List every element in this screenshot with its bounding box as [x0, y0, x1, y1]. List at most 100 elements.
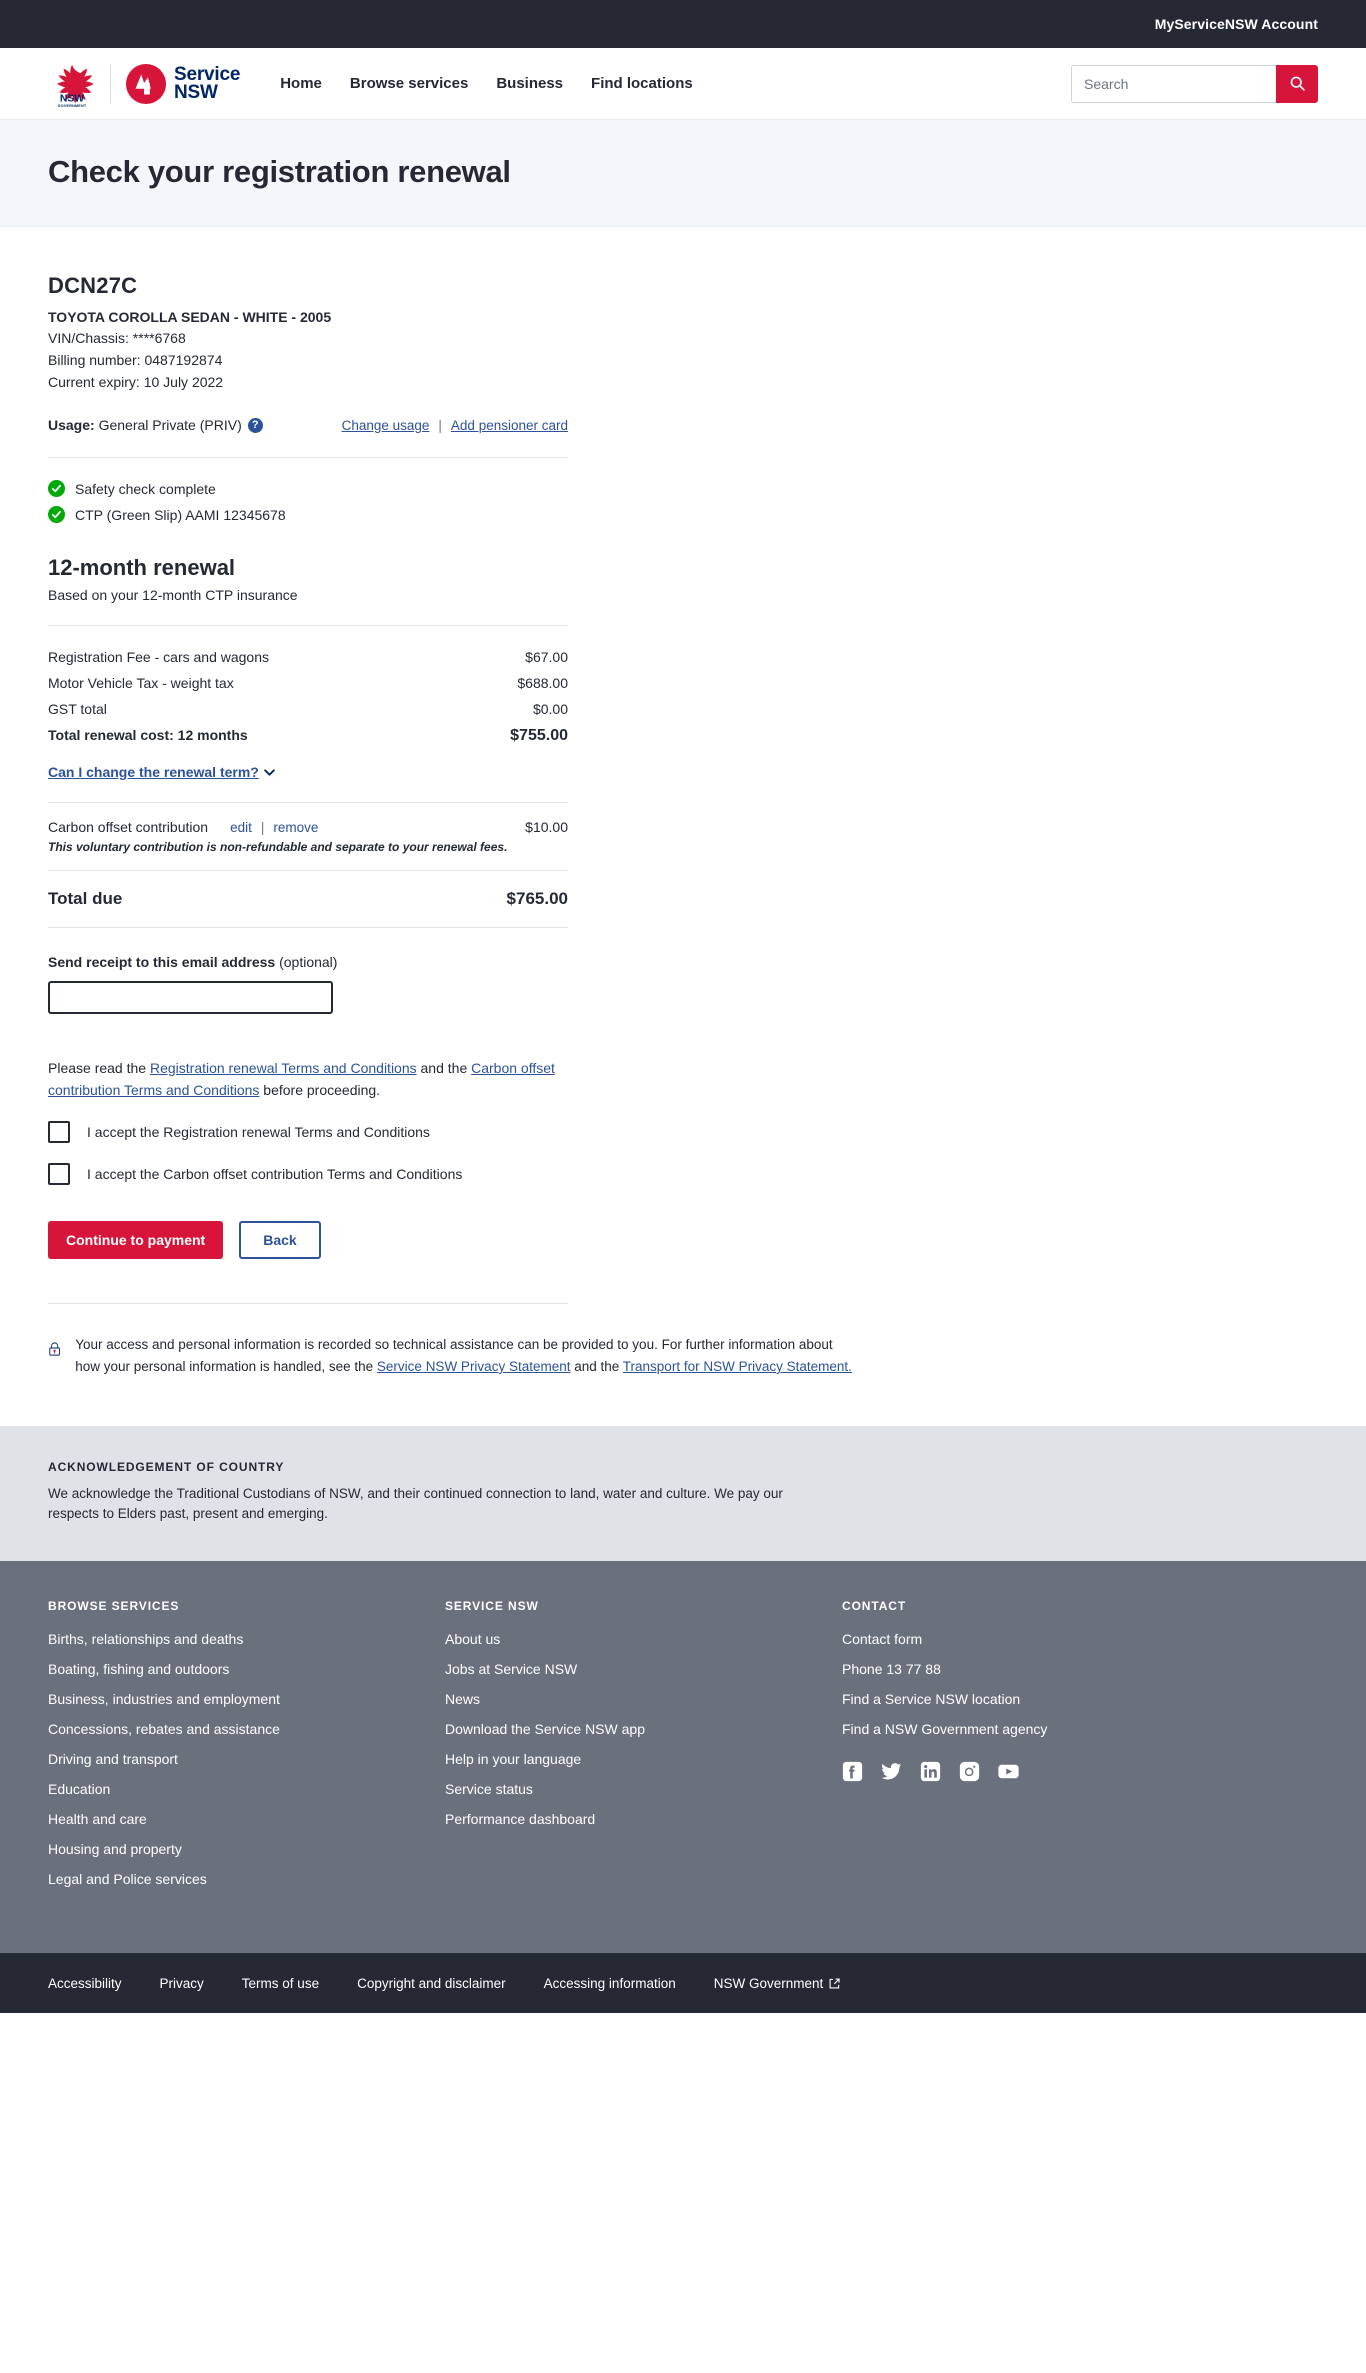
twitter-link[interactable]: [881, 1761, 902, 1782]
total-due-label: Total due: [48, 889, 123, 908]
vehicle-vin: VIN/Chassis: ****6768: [48, 330, 186, 346]
vehicle-billing-number: Billing number: 0487192874: [48, 352, 223, 368]
nav-item-business[interactable]: Business: [496, 71, 563, 96]
footer-link-contact-form[interactable]: Contact form: [842, 1631, 1047, 1647]
footer-link-download-app[interactable]: Download the Service NSW app: [445, 1721, 842, 1737]
checkbox-row-registration: I accept the Registration renewal Terms …: [48, 1121, 568, 1144]
instagram-link[interactable]: [959, 1761, 980, 1782]
continue-to-payment-button[interactable]: Continue to payment: [48, 1221, 224, 1260]
change-renewal-term-link[interactable]: Can I change the renewal term?: [48, 764, 275, 780]
change-usage-link[interactable]: Change usage: [342, 418, 430, 433]
myservicensw-account-link[interactable]: MyServiceNSW Account: [1155, 16, 1318, 32]
bottom-link-accessibility[interactable]: Accessibility: [48, 1976, 122, 1991]
acknowledgement-text: We acknowledge the Traditional Custodian…: [48, 1485, 783, 1522]
footer-link-jobs[interactable]: Jobs at Service NSW: [445, 1661, 842, 1677]
checkmark-icon: [51, 510, 62, 519]
service-nsw-logo[interactable]: Service NSW: [125, 63, 240, 105]
registration-terms-link[interactable]: Registration renewal Terms and Condition…: [150, 1060, 417, 1076]
footer-link-health[interactable]: Health and care: [48, 1811, 445, 1827]
bottom-link-accessing-information[interactable]: Accessing information: [544, 1976, 676, 1991]
usage-label-text: Usage:: [48, 417, 95, 433]
transport-nsw-privacy-statement-link[interactable]: Transport for NSW Privacy Statement.: [623, 1359, 852, 1374]
carbon-offset-edit-link[interactable]: edit: [230, 820, 252, 835]
footer-link-help-language[interactable]: Help in your language: [445, 1751, 842, 1767]
search-input[interactable]: [1071, 64, 1276, 103]
youtube-icon: [998, 1765, 1019, 1779]
linkedin-link[interactable]: [920, 1761, 941, 1782]
facebook-link[interactable]: [842, 1761, 863, 1782]
footer-column-service-nsw: SERVICE NSW About us Jobs at Service NSW…: [445, 1599, 842, 1901]
terms-outro-text: before proceeding.: [259, 1081, 381, 1098]
footer-link-driving[interactable]: Driving and transport: [48, 1751, 445, 1767]
footer-columns: BROWSE SERVICES Births, relationships an…: [48, 1599, 1318, 1901]
email-receipt-input[interactable]: [48, 981, 333, 1014]
bottom-bar: Accessibility Privacy Terms of use Copyr…: [0, 1953, 1366, 2014]
service-nsw-privacy-statement-link[interactable]: Service NSW Privacy Statement: [377, 1359, 571, 1374]
youtube-link[interactable]: [998, 1761, 1019, 1782]
carbon-offset-remove-link[interactable]: remove: [273, 820, 318, 835]
add-pensioner-card-link[interactable]: Add pensioner card: [451, 418, 568, 433]
footer-link-about-us[interactable]: About us: [445, 1631, 842, 1647]
carbon-offset-label: Carbon offset contribution: [48, 819, 209, 835]
footer-link-boating[interactable]: Boating, fishing and outdoors: [48, 1661, 445, 1677]
check-circle-icon: [48, 506, 65, 523]
total-due-row: Total due $765.00: [48, 870, 568, 928]
email-receipt-optional: (optional): [279, 954, 338, 970]
checkmark-icon: [51, 484, 62, 493]
nav-item-browse-services[interactable]: Browse services: [350, 71, 468, 96]
nav-item-find-locations[interactable]: Find locations: [591, 71, 693, 96]
usage-actions-separator: |: [438, 417, 442, 433]
footer-link-business[interactable]: Business, industries and employment: [48, 1691, 445, 1707]
main-navigation: Home Browse services Business Find locat…: [280, 71, 692, 96]
help-icon[interactable]: ?: [247, 417, 263, 433]
footer-link-find-location[interactable]: Find a Service NSW location: [842, 1691, 1047, 1707]
main-content: DCN27C TOYOTA COROLLA SEDAN - WHITE - 20…: [0, 227, 1366, 1426]
footer-heading-service-nsw: SERVICE NSW: [445, 1599, 539, 1614]
check-row-ctp: CTP (Green Slip) AAMI 12345678: [48, 506, 568, 523]
accept-registration-terms-checkbox[interactable]: [48, 1121, 70, 1144]
site-footer: BROWSE SERVICES Births, relationships an…: [0, 1561, 1366, 1954]
privacy-notice: Your access and personal information is …: [48, 1334, 858, 1425]
page-banner: Check your registration renewal: [0, 120, 1366, 227]
footer-link-housing[interactable]: Housing and property: [48, 1841, 445, 1857]
usage-label: Usage: General Private (PRIV): [48, 417, 242, 433]
page-title: Check your registration renewal: [48, 154, 511, 189]
wordmark-nsw: NSW: [174, 81, 218, 103]
footer-link-performance-dashboard[interactable]: Performance dashboard: [445, 1811, 842, 1827]
terms-paragraph: Please read the Registration renewal Ter…: [48, 1058, 558, 1101]
footer-link-births[interactable]: Births, relationships and deaths: [48, 1631, 445, 1647]
renewal-subheading: Based on your 12-month CTP insurance: [48, 587, 298, 603]
nsw-logo-subtext: GOVERNMENT: [58, 104, 87, 108]
accept-carbon-offset-terms-checkbox[interactable]: [48, 1163, 70, 1186]
footer-link-concessions[interactable]: Concessions, rebates and assistance: [48, 1721, 445, 1737]
checks-list: Safety check complete CTP (Green Slip) A…: [48, 480, 568, 523]
footer-link-news[interactable]: News: [445, 1691, 842, 1707]
nav-item-home[interactable]: Home: [280, 71, 322, 96]
check-label-safety: Safety check complete: [75, 480, 216, 497]
acknowledgement-title: ACKNOWLEDGEMENT OF COUNTRY: [48, 1459, 285, 1474]
footer-link-legal[interactable]: Legal and Police services: [48, 1871, 445, 1887]
logo-divider: [110, 63, 111, 104]
email-receipt-label: Send receipt to this email address (opti…: [48, 954, 337, 970]
bottom-link-copyright[interactable]: Copyright and disclaimer: [357, 1976, 506, 1991]
fee-table: Registration Fee - cars and wagons $67.0…: [48, 625, 568, 782]
search-bar: [1071, 64, 1318, 103]
terms-middle-text: and the: [416, 1060, 472, 1076]
footer-link-phone[interactable]: Phone 13 77 88: [842, 1661, 1047, 1677]
search-icon: [1290, 76, 1305, 91]
footer-column-browse-services: BROWSE SERVICES Births, relationships an…: [48, 1599, 445, 1901]
bottom-link-privacy[interactable]: Privacy: [160, 1976, 204, 1991]
footer-link-service-status[interactable]: Service status: [445, 1781, 842, 1797]
bottom-link-terms-of-use[interactable]: Terms of use: [242, 1976, 319, 1991]
search-button[interactable]: [1276, 64, 1318, 103]
plate-number: DCN27C: [48, 273, 138, 298]
logo-group[interactable]: NSW GOVERNMENT Service NSW: [48, 60, 240, 108]
footer-link-find-agency[interactable]: Find a NSW Government agency: [842, 1721, 1047, 1737]
accept-registration-terms-label: I accept the Registration renewal Terms …: [87, 1124, 430, 1141]
carbon-offset-separator: |: [260, 820, 265, 835]
footer-link-education[interactable]: Education: [48, 1781, 445, 1797]
bottom-link-nsw-government[interactable]: NSW Government: [714, 1976, 841, 1991]
usage-row: Usage: General Private (PRIV) ? Change u…: [48, 417, 568, 433]
utility-bar: MyServiceNSW Account: [0, 0, 1366, 48]
back-button[interactable]: Back: [239, 1221, 321, 1260]
